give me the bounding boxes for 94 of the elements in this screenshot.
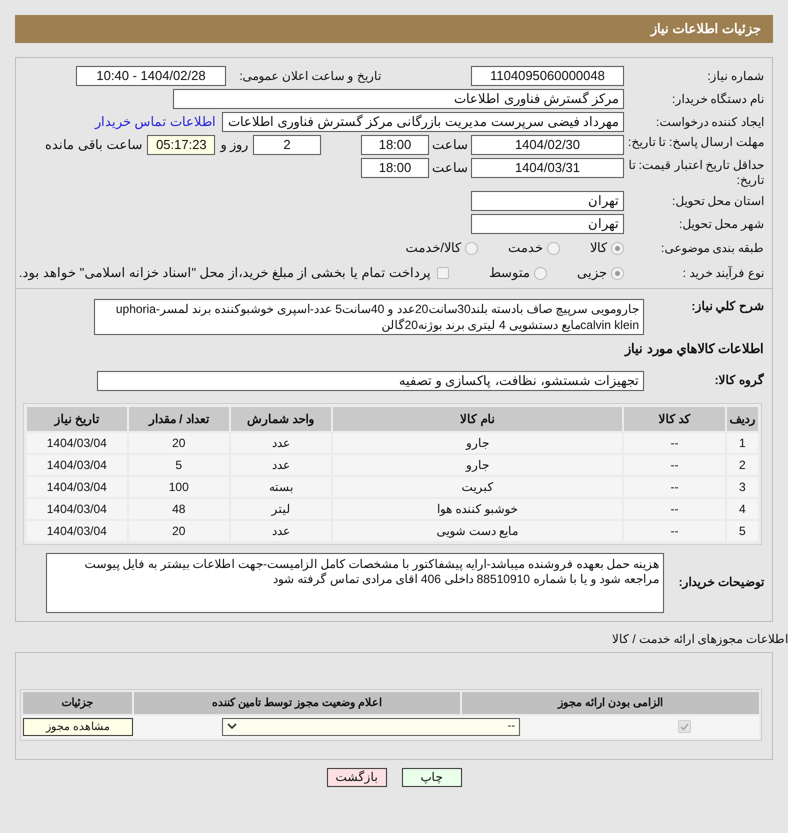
table-cell: 1404/03/04 <box>27 476 127 496</box>
table-cell: 4 <box>726 498 758 518</box>
time-label: ساعت <box>431 136 469 154</box>
table-cell: جارو <box>332 432 622 452</box>
view-permit-button[interactable]: مشاهده مجوز <box>23 718 133 736</box>
table-cell: 5 <box>128 454 230 474</box>
radio-label: متوسط <box>489 264 530 282</box>
column-header: تاریخ نیاز <box>27 406 127 430</box>
description-textarea[interactable]: جارومویی سرپیچ صاف بادسته بلند30سانت20عدد و 40سانت5 عدد-اسپری خوشبوکننده برند لمسر-uphoria calvin kleinمایع دستشویی 4 لیتری برند بوژنه20گالن <box>94 299 644 335</box>
field-label: ایجاد کننده درخواست: <box>654 114 764 130</box>
table-cell: خوشبو کننده هوا <box>332 498 622 518</box>
text-field[interactable]: مهرداد فیضی سرپرست مدیریت بازرگانی مرکز گسترش فناوری اطلاعات <box>222 112 624 132</box>
radio-button[interactable] <box>611 266 624 280</box>
table-cell: 2 <box>726 454 758 474</box>
radio-label: خدمت <box>508 239 543 258</box>
field-label: حداقل تاریخ اعتبار قیمت: تا تاریخ: <box>627 158 764 188</box>
table-cell: عدد <box>231 454 331 474</box>
table-cell: مایع دست شویی <box>332 520 622 540</box>
column-header: جزئیات <box>23 692 132 714</box>
table-cell: 1 <box>726 432 758 452</box>
print-button[interactable]: چاپ <box>402 768 462 786</box>
text-field[interactable]: تهران <box>471 191 624 211</box>
column-header: ردیف <box>726 406 758 430</box>
text-field[interactable]: 18:00 <box>361 158 429 178</box>
field-label: طبقه بندی موضوعی: <box>660 240 764 256</box>
table-cell: 1404/03/04 <box>27 454 127 474</box>
section-heading: اطلاعات کالاهاي مورد نياز <box>623 340 764 358</box>
table-cell: 3 <box>726 476 758 496</box>
chevron-down-icon <box>227 723 237 730</box>
field-label: گروه کالا: <box>714 373 764 388</box>
column-header: اعلام وضعیت مجوز توسط تامین کننده <box>134 692 460 714</box>
table-cell: -- <box>624 476 725 496</box>
table-cell: -- <box>624 498 725 518</box>
table-cell: عدد <box>231 432 331 452</box>
radio-label: کالا/خدمت <box>405 239 461 258</box>
field-label: نام دستگاه خریدار: <box>670 92 764 106</box>
radio-button[interactable] <box>547 242 560 254</box>
radio-button[interactable] <box>611 242 624 254</box>
table-cell: عدد <box>231 520 331 540</box>
radio-button[interactable] <box>534 266 547 280</box>
radio-label: کالا <box>590 239 607 258</box>
back-button[interactable]: بازگشت <box>326 768 386 786</box>
table-cell: 20 <box>128 432 230 452</box>
checkmark-icon <box>680 722 688 730</box>
column-header: واحد شمارش <box>231 406 331 430</box>
field-label: مهلت ارسال پاسخ: تا تاریخ: <box>626 135 764 150</box>
table-cell: 1404/03/04 <box>27 432 127 452</box>
text-field[interactable]: 1404/02/30 <box>471 135 624 155</box>
table-cell: -- <box>624 454 725 474</box>
page-title: جزئیات اطلاعات نیاز <box>650 20 761 38</box>
remaining-label: ساعت باقی مانده <box>45 136 144 154</box>
column-header: نام کالا <box>332 406 622 430</box>
field-label: نوع فرآیند خرید : <box>682 266 764 280</box>
table-cell: -- <box>624 520 725 540</box>
section-heading: اطلاعات مجوزهای ارائه خدمت / کالا <box>610 630 788 648</box>
field-label: توضیحات خریدار: <box>678 575 764 590</box>
days-label: روز و <box>219 136 249 154</box>
text-field[interactable]: 1104095060000048 <box>471 66 624 86</box>
table-cell: 1404/03/04 <box>27 498 127 518</box>
checkbox-label: پرداخت تمام یا بخشی از مبلغ خرید،از محل "اسناد خزانه اسلامی" خواهد بود. <box>18 264 431 282</box>
radio-button[interactable] <box>465 242 478 254</box>
table-cell: 20 <box>128 520 230 540</box>
table-cell: جارو <box>332 454 622 474</box>
buyer-notes-textarea[interactable]: هزینه حمل بعهده فروشنده میباشد-ارایه پیشفاکتور با مشخصات کامل الزامیست-جهت اطلاعات بیشتر به فایل پیوست مراجعه شود و یا با شماره 88510910 داخلی 406 اقای مرادی تماس گرفته شود <box>46 552 664 612</box>
text-field[interactable]: 2 <box>253 135 321 155</box>
text-field[interactable]: تجهیزات شستشو، نظافت، پاکسازی و تصفیه <box>97 370 644 390</box>
text-field[interactable]: تهران <box>471 214 624 234</box>
text-field[interactable]: مرکز گسترش فناوری اطلاعات <box>173 89 624 109</box>
checkbox[interactable] <box>678 720 690 733</box>
buyer-contact-link[interactable]: اطلاعات تماس خریدار <box>94 112 216 132</box>
table-cell: 100 <box>128 476 230 496</box>
field-label: شماره نیاز: <box>706 68 764 84</box>
text-field[interactable]: 18:00 <box>361 135 429 155</box>
radio-label: جزیی <box>577 264 607 282</box>
column-header: کد کالا <box>624 406 725 430</box>
text-field[interactable]: 05:17:23 <box>147 135 216 155</box>
field-label: شهر محل تحویل: <box>678 216 764 232</box>
field-label: شرح کلي نياز: <box>690 299 764 314</box>
table-cell: کبریت <box>332 476 622 496</box>
field-label: استان محل تحویل: <box>670 194 764 208</box>
table-cell: 1404/03/04 <box>27 520 127 540</box>
field-label: تاریخ و ساعت اعلان عمومی: <box>238 68 381 84</box>
column-header: تعداد / مقدار <box>128 406 230 430</box>
table-cell: 5 <box>726 520 758 540</box>
column-header: الزامی بودن ارائه مجوز <box>462 692 759 714</box>
text-field[interactable]: 1404/02/28 - 10:40 <box>76 66 226 86</box>
time-label: ساعت <box>431 159 469 177</box>
checkbox[interactable] <box>437 267 449 279</box>
text-field[interactable]: 1404/03/31 <box>471 158 624 178</box>
table-cell: -- <box>624 432 725 452</box>
table-cell: لیتر <box>231 498 331 518</box>
status-dropdown[interactable]: -- <box>222 718 520 736</box>
table-cell: بسته <box>231 476 331 496</box>
table-cell: 48 <box>128 498 230 518</box>
